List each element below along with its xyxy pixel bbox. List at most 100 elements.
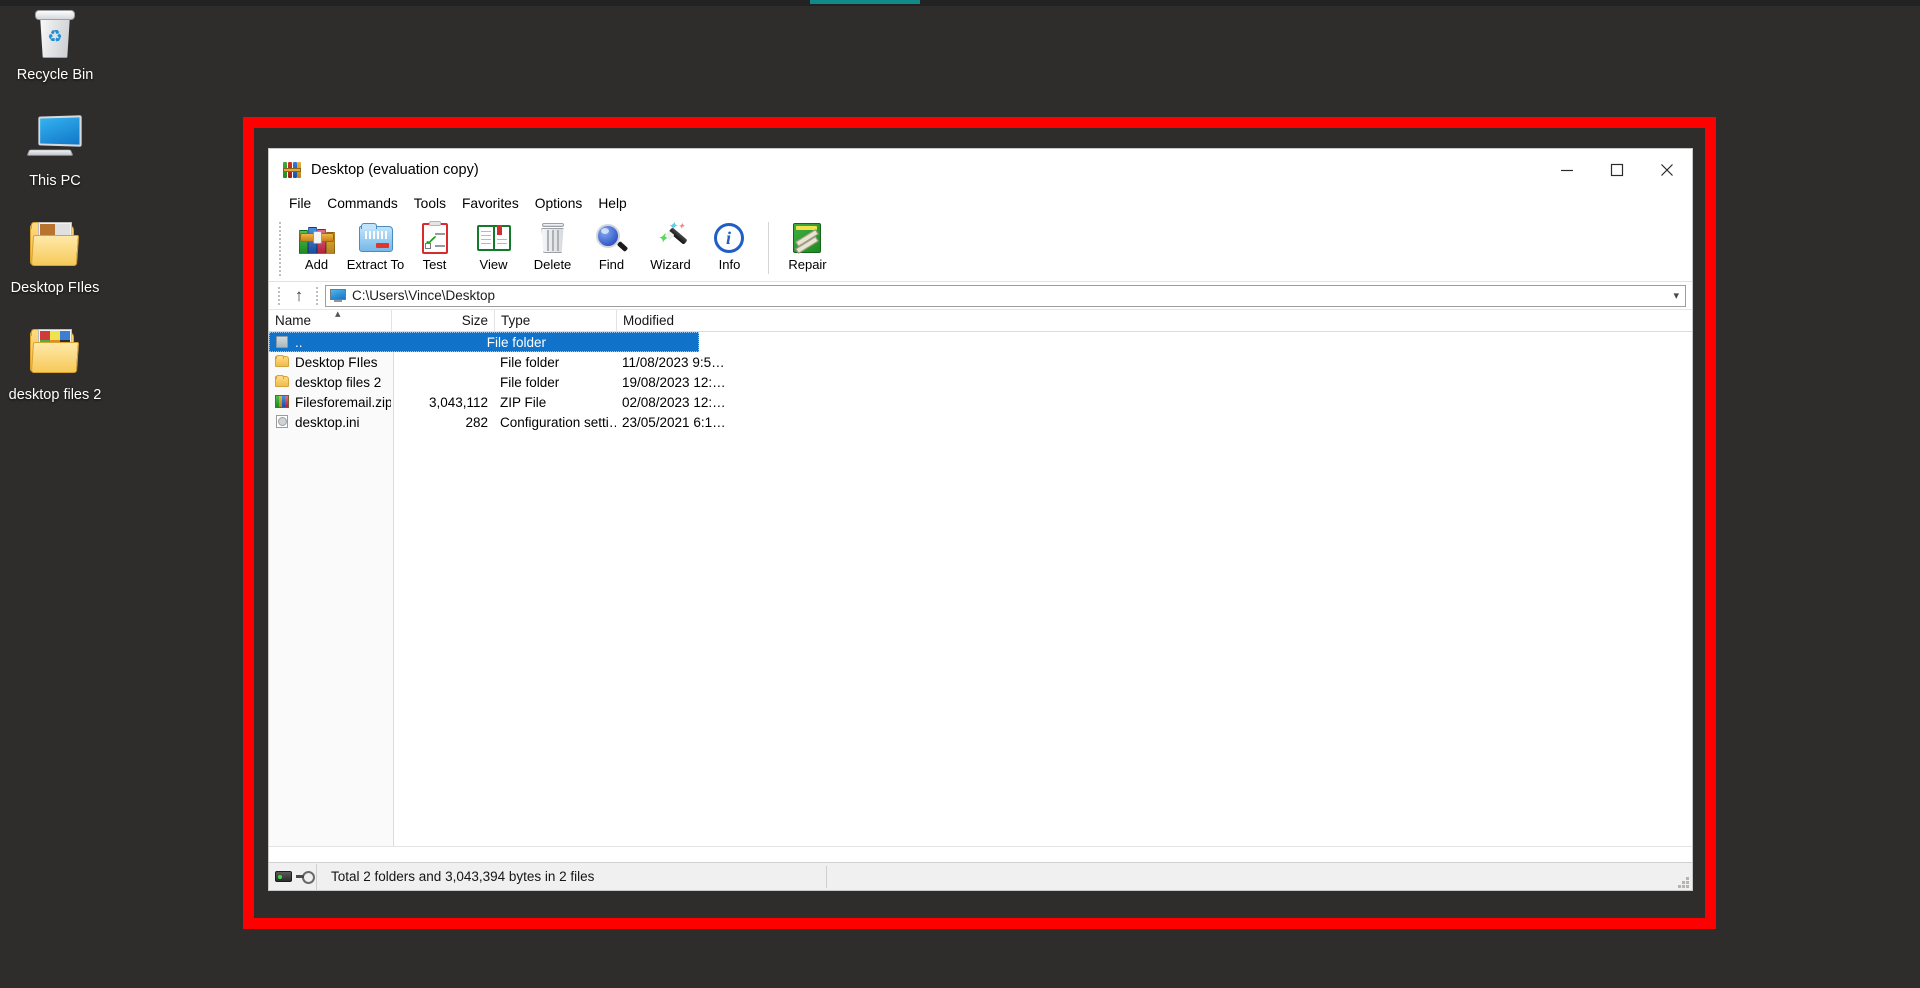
file-rows: .. File folder Desktop FIles File folder… xyxy=(269,332,1692,846)
toolbar-button-delete[interactable]: Delete xyxy=(523,218,582,278)
table-row[interactable]: desktop files 2 File folder 19/08/2023 1… xyxy=(269,372,1692,392)
up-arrow-icon[interactable]: ↑ xyxy=(285,284,313,308)
folder-icon xyxy=(275,375,290,389)
desktop-icon-label: Desktop FIles xyxy=(0,280,110,297)
desktop-icon-desktop-files[interactable]: Desktop FIles xyxy=(0,219,110,297)
ini-file-icon xyxy=(275,415,290,429)
info-circle-icon: i xyxy=(711,221,749,255)
window-title: Desktop (evaluation copy) xyxy=(311,162,479,178)
cell-type: File folder xyxy=(481,335,596,350)
toolbar-button-label: View xyxy=(480,257,508,272)
table-row[interactable]: desktop.ini 282 Configuration setti… 23/… xyxy=(269,412,1692,432)
toolbar-button-label: Repair xyxy=(788,257,826,272)
desktop-icon-label: This PC xyxy=(0,173,110,190)
toolbar: Add Extract To ✓ Test xyxy=(269,216,1692,282)
menu-item-favorites[interactable]: Favorites xyxy=(454,194,527,213)
column-header-label: Name xyxy=(275,313,311,328)
drive-icon[interactable] xyxy=(275,871,292,882)
status-bar-divider xyxy=(826,866,827,888)
column-header-label: Modified xyxy=(623,313,674,328)
wizard-wand-icon: ✦ ✦ ✦ xyxy=(652,221,690,255)
desktop-icon-label: Recycle Bin xyxy=(0,67,110,84)
column-header-label: Size xyxy=(462,313,488,328)
address-grip[interactable] xyxy=(315,286,321,306)
toolbar-button-label: Wizard xyxy=(650,257,690,272)
cell-type: File folder xyxy=(494,355,616,370)
recycle-bin-icon: ♻ xyxy=(0,6,110,60)
cell-name: .. xyxy=(295,335,303,350)
cell-modified: 11/08/2023 9:5… xyxy=(616,355,726,370)
toolbar-button-label: Delete xyxy=(534,257,572,272)
toolbar-button-test[interactable]: ✓ Test xyxy=(405,218,464,278)
cell-size: 3,043,112 xyxy=(391,395,494,410)
toolbar-button-label: Test xyxy=(423,257,447,272)
key-icon[interactable] xyxy=(296,871,311,883)
window-controls xyxy=(1542,149,1692,191)
zip-archive-icon xyxy=(275,395,290,409)
column-headers: Name ▴ Size Type Modified xyxy=(269,310,1692,332)
folder-icon xyxy=(275,355,290,369)
cell-name: desktop files 2 xyxy=(295,375,381,390)
toolbar-button-label: Extract To xyxy=(347,257,405,272)
toolbar-button-repair[interactable]: Repair xyxy=(778,218,837,278)
cell-modified: 02/08/2023 12:… xyxy=(616,395,726,410)
toolbar-button-label: Find xyxy=(599,257,624,272)
this-pc-icon xyxy=(0,112,110,166)
toolbar-grip[interactable] xyxy=(277,220,284,278)
cell-name: Filesforemail.zip xyxy=(295,395,391,410)
cell-size: 282 xyxy=(391,415,494,430)
desktop-icon-recycle-bin[interactable]: ♻ Recycle Bin xyxy=(0,6,110,84)
test-clipboard-icon: ✓ xyxy=(416,221,454,255)
minimize-button[interactable] xyxy=(1542,149,1592,191)
menu-item-help[interactable]: Help xyxy=(590,194,634,213)
table-row[interactable]: .. File folder xyxy=(269,332,699,352)
cell-modified: 19/08/2023 12:… xyxy=(616,375,726,390)
column-header-size[interactable]: Size xyxy=(391,310,494,331)
sort-ascending-icon: ▴ xyxy=(335,307,341,320)
up-button-grip[interactable] xyxy=(277,286,283,306)
cell-name: Desktop FIles xyxy=(295,355,378,370)
resize-grip-icon[interactable] xyxy=(1676,875,1689,888)
toolbar-button-info[interactable]: i Info xyxy=(700,218,759,278)
toolbar-button-label: Info xyxy=(719,257,741,272)
horizontal-scroll-strip[interactable] xyxy=(269,846,1692,862)
menu-item-commands[interactable]: Commands xyxy=(319,194,406,213)
table-row[interactable]: Filesforemail.zip 3,043,112 ZIP File 02/… xyxy=(269,392,1692,412)
delete-bin-icon xyxy=(534,221,572,255)
menu-item-tools[interactable]: Tools xyxy=(406,194,454,213)
column-header-type[interactable]: Type xyxy=(494,310,616,331)
toolbar-button-add[interactable]: Add xyxy=(287,218,346,278)
desktop-icon-desktop-files-2[interactable]: desktop files 2 xyxy=(0,326,110,404)
cell-type: File folder xyxy=(494,375,616,390)
menu-bar: File Commands Tools Favorites Options He… xyxy=(269,191,1692,216)
maximize-button[interactable] xyxy=(1592,149,1642,191)
close-button[interactable] xyxy=(1642,149,1692,191)
path-combobox[interactable]: C:\Users\Vince\Desktop ▾ xyxy=(325,285,1686,307)
cell-type: Configuration setti… xyxy=(494,415,616,430)
status-total-text: Total 2 folders and 3,043,394 bytes in 2… xyxy=(331,869,594,884)
column-header-modified[interactable]: Modified xyxy=(616,310,716,331)
desktop-icon-label: desktop files 2 xyxy=(0,387,110,404)
cell-name: desktop.ini xyxy=(295,415,360,430)
toolbar-separator xyxy=(768,222,769,274)
toolbar-button-view[interactable]: View xyxy=(464,218,523,278)
address-bar: ↑ C:\Users\Vince\Desktop ▾ xyxy=(269,282,1692,310)
toolbar-button-find[interactable]: Find xyxy=(582,218,641,278)
table-row[interactable]: Desktop FIles File folder 11/08/2023 9:5… xyxy=(269,352,1692,372)
winrar-window: Desktop (evaluation copy) File Commands … xyxy=(269,149,1692,890)
extract-to-folder-icon xyxy=(357,221,395,255)
chevron-down-icon[interactable]: ▾ xyxy=(1673,289,1679,302)
title-bar[interactable]: Desktop (evaluation copy) xyxy=(269,149,1692,191)
toolbar-button-wizard[interactable]: ✦ ✦ ✦ Wizard xyxy=(641,218,700,278)
up-folder-icon xyxy=(275,335,290,349)
toolbar-button-label: Add xyxy=(305,257,328,272)
menu-item-options[interactable]: Options xyxy=(527,194,591,213)
desktop-icon-this-pc[interactable]: This PC xyxy=(0,112,110,190)
toolbar-button-extract-to[interactable]: Extract To xyxy=(346,218,405,278)
column-header-name[interactable]: Name ▴ xyxy=(269,310,391,331)
status-bar-icons xyxy=(269,864,317,890)
menu-item-file[interactable]: File xyxy=(281,194,319,213)
screen-top-strip xyxy=(0,0,1920,6)
folder-icon xyxy=(0,219,110,273)
repair-icon xyxy=(789,221,827,255)
